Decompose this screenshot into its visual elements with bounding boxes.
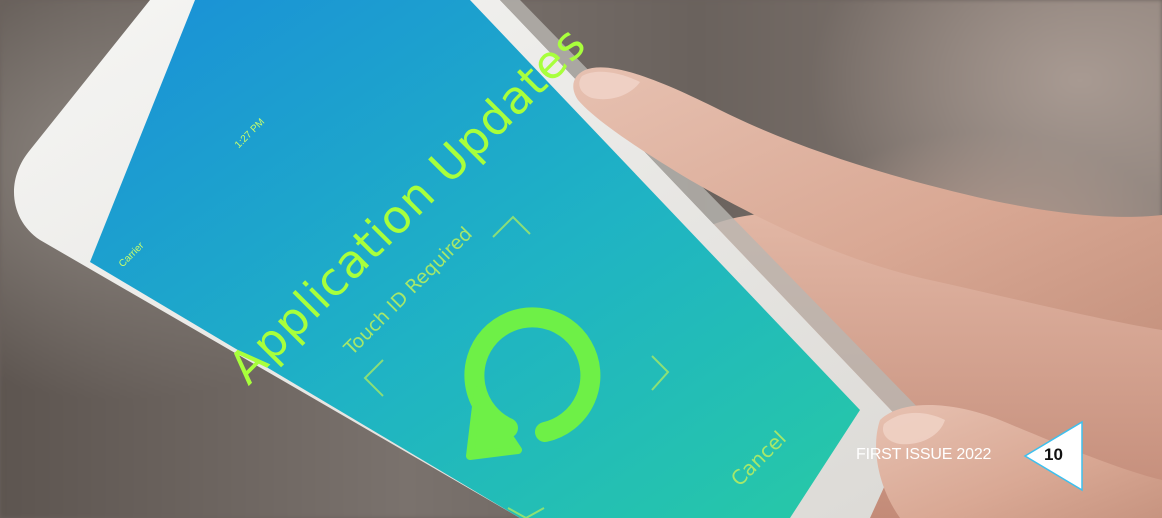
page-number: 10 xyxy=(1044,445,1063,464)
screen-title: Application Updates xyxy=(218,15,597,395)
carrier-label: Carrier xyxy=(117,240,147,270)
issue-label: FIRST ISSUE 2022 xyxy=(856,446,992,463)
status-time: 1:27 PM xyxy=(233,116,268,151)
issue-badge: FIRST ISSUE 2022 10 xyxy=(856,420,1156,492)
cancel-button[interactable]: Cancel xyxy=(726,426,791,491)
